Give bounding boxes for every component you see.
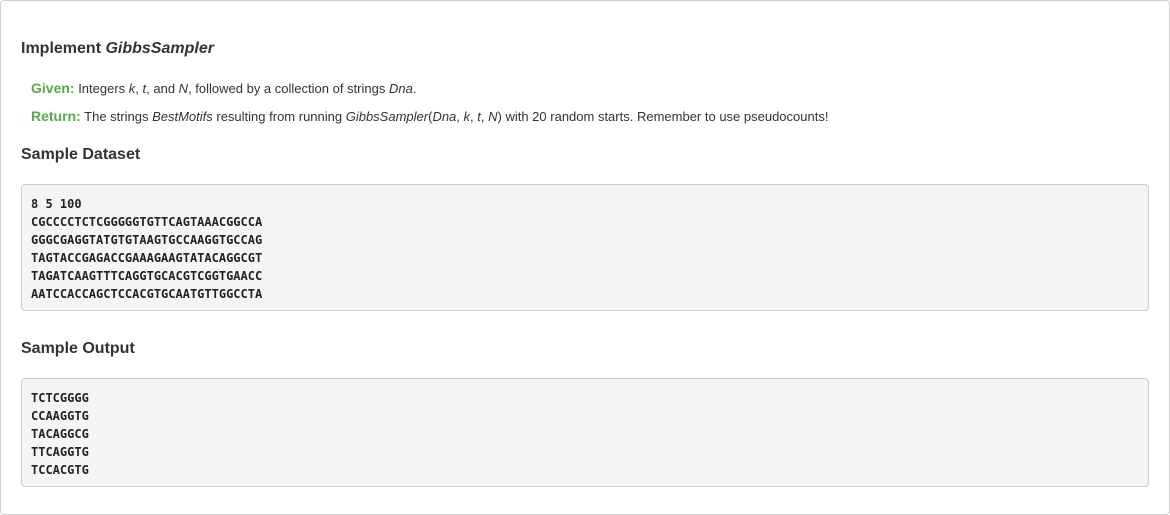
sample-output-box[interactable]: TCTCGGGG CCAAGGTG TACAGGCG TTCAGGTG TCCACGTG (21, 378, 1149, 487)
output-line: CCAAGGTG (31, 409, 89, 423)
problem-panel: Implement GibbsSampler Given: Integers k… (0, 0, 1170, 515)
given-sep: , (135, 81, 143, 96)
given-text: , followed by a collection of strings (188, 81, 389, 96)
var-best-motifs: BestMotifs (152, 109, 213, 124)
return-sep: , (456, 109, 464, 124)
output-line: TTCAGGTG (31, 445, 89, 459)
title-prefix: Implement (21, 40, 106, 57)
output-line: TCTCGGGG (31, 391, 89, 405)
return-statement: Return: The strings BestMotifs resulting… (31, 107, 828, 126)
problem-title: Implement GibbsSampler (21, 39, 214, 59)
arg-dna: Dna (432, 109, 457, 124)
dataset-line: 8 5 100 (31, 197, 82, 211)
return-text: ) with 20 random starts. Remember to use… (497, 109, 829, 124)
title-function-name: GibbsSampler (105, 40, 214, 57)
return-text: The strings (80, 109, 153, 124)
var-Dna: Dna (388, 81, 413, 96)
dataset-line: TAGTACCGAGACCGAAAGAAGTATACAGGCGT (31, 251, 263, 265)
return-text: resulting from running (212, 109, 346, 124)
output-line: TCCACGTG (31, 463, 89, 477)
given-text: . (412, 81, 417, 96)
output-line: TACAGGCG (31, 427, 89, 441)
return-label: Return: (31, 108, 81, 124)
dataset-line: AATCCACCAGCTCCACGTGCAATGTTGGCCTA (31, 287, 263, 301)
dataset-line: GGGCGAGGTATGTGTAAGTGCCAAGGTGCCAG (31, 233, 263, 247)
given-statement: Given: Integers k, t, and N, followed by… (31, 79, 416, 98)
dataset-line: CGCCCCTCTCGGGGGTGTTCAGTAAACGGCCA (31, 215, 263, 229)
given-text: Integers (74, 81, 129, 96)
given-sep: , and (146, 81, 179, 96)
sample-dataset-heading: Sample Dataset (21, 146, 141, 163)
var-N: N (178, 81, 189, 96)
dataset-line: TAGATCAAGTTTCAGGTGCACGTCGGTGAACC (31, 269, 263, 283)
sample-output-heading: Sample Output (21, 340, 135, 357)
sample-dataset-box[interactable]: 8 5 100 CGCCCCTCTCGGGGGTGTTCAGTAAACGGCCA G… (21, 184, 1149, 311)
given-label: Given: (31, 80, 75, 96)
function-name: GibbsSampler (345, 109, 429, 124)
arg-N: N (488, 109, 498, 124)
